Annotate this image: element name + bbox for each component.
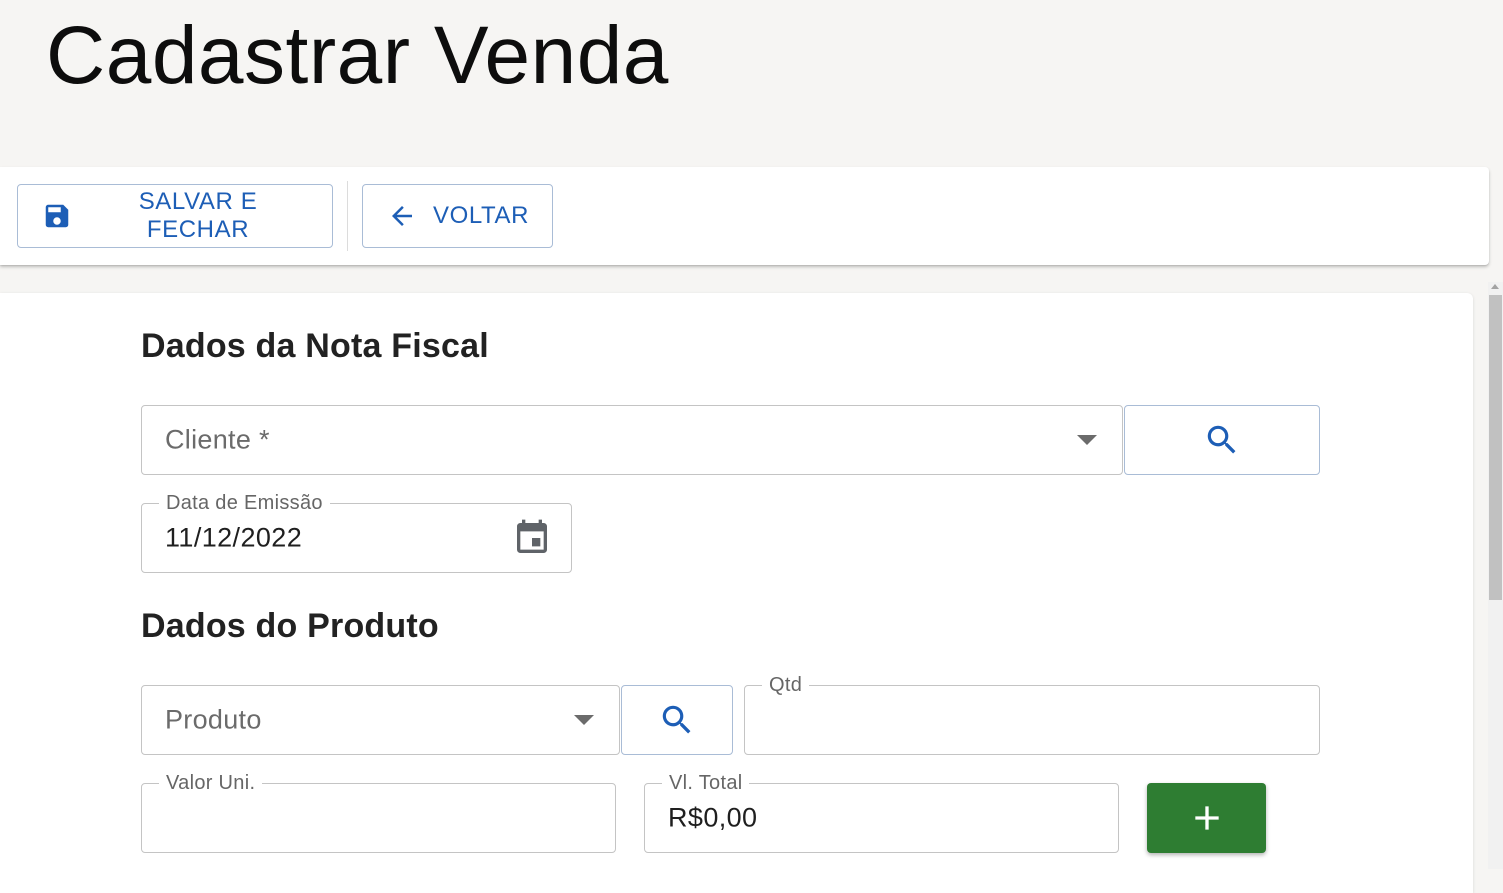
- save-icon: [45, 204, 69, 228]
- page-title: Cadastrar Venda: [46, 10, 669, 101]
- section-title-nota-fiscal: Dados da Nota Fiscal: [141, 327, 489, 365]
- add-product-button[interactable]: [1147, 783, 1266, 853]
- toolbar-divider: [347, 181, 348, 251]
- search-icon: [662, 705, 691, 734]
- data-emissao-value: 11/12/2022: [165, 522, 303, 553]
- chevron-down-icon: [1077, 435, 1097, 445]
- search-icon: [1207, 425, 1236, 454]
- scrollbar[interactable]: [1488, 282, 1503, 869]
- qtd-field[interactable]: Qtd: [744, 673, 1320, 755]
- scrollbar-thumb[interactable]: [1489, 295, 1502, 600]
- produto-placeholder: Produto: [165, 704, 262, 735]
- produto-select[interactable]: Produto: [141, 685, 620, 755]
- calendar-icon[interactable]: [512, 518, 552, 558]
- save-and-close-button[interactable]: SALVAR E FECHAR: [17, 184, 333, 248]
- valor-uni-field[interactable]: Valor Uni.: [141, 771, 616, 853]
- back-button[interactable]: VOLTAR: [362, 184, 553, 248]
- vl-total-label: Vl. Total: [662, 771, 750, 795]
- cliente-placeholder: Cliente *: [165, 424, 270, 455]
- scroll-up-icon[interactable]: [1491, 284, 1499, 289]
- data-emissao-label: Data de Emissão: [159, 491, 330, 515]
- section-title-produto: Dados do Produto: [141, 607, 439, 645]
- search-cliente-button[interactable]: [1124, 405, 1320, 475]
- back-label: VOLTAR: [433, 202, 530, 229]
- arrow-left-icon: [392, 206, 412, 226]
- chevron-down-icon: [574, 715, 594, 725]
- toolbar: SALVAR E FECHAR VOLTAR: [0, 167, 1489, 265]
- search-produto-button[interactable]: [621, 685, 733, 755]
- qtd-label: Qtd: [762, 673, 810, 697]
- vl-total-field[interactable]: Vl. Total R$0,00: [644, 771, 1119, 853]
- data-emissao-field[interactable]: Data de Emissão 11/12/2022: [141, 491, 572, 573]
- plus-icon: [1194, 806, 1219, 830]
- save-and-close-label: SALVAR E FECHAR: [138, 188, 258, 243]
- valor-uni-label: Valor Uni.: [159, 771, 263, 795]
- cliente-select[interactable]: Cliente *: [141, 405, 1123, 475]
- vl-total-value: R$0,00: [668, 802, 758, 833]
